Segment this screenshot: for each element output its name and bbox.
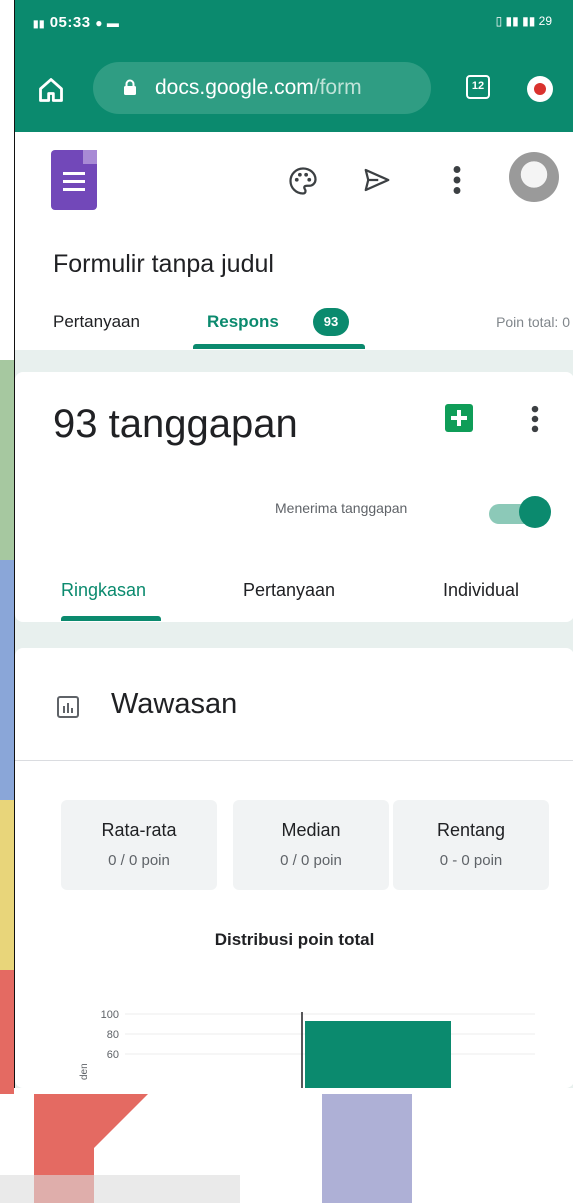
send-icon[interactable] (361, 165, 393, 195)
tab-questions[interactable]: Pertanyaan (53, 312, 140, 332)
phone-screen: ▮▮ 05:33 ● ▬ ▯ ▮▮ ▮▮ 29 docs.google.com/… (14, 0, 573, 1088)
browser-bar: docs.google.com/form 12 (15, 48, 573, 132)
points-total: Poin total: 0 (496, 314, 570, 330)
insights-title: Wawasan (111, 688, 238, 720)
divider (15, 760, 573, 761)
accepting-responses-label: Menerima tanggapan (275, 500, 408, 516)
responses-card: 93 tanggapan Menerima tanggapan Ringkasa… (15, 372, 573, 622)
responses-count-badge: 93 (313, 308, 349, 336)
background-decoration (0, 1175, 240, 1203)
stat-range: Rentang 0 - 0 poin (393, 800, 549, 890)
stat-value: 0 / 0 poin (108, 852, 170, 869)
insights-chart-icon (57, 696, 79, 718)
status-battery: ▯ ▮▮ ▮▮ 29 (495, 14, 552, 28)
form-header: Formulir tanpa judul Pertanyaan Respons … (15, 132, 573, 350)
stat-label: Median (281, 820, 341, 840)
background-decoration (0, 800, 14, 970)
y-axis-label: den (79, 1063, 90, 1080)
background-decoration (322, 1094, 412, 1203)
chart-title: Distribusi poin total (214, 930, 375, 949)
sheets-icon[interactable] (445, 404, 473, 432)
distribution-chart: 100 80 60 den (79, 1009, 535, 1088)
background-decoration (88, 1094, 148, 1154)
background-decoration (0, 970, 14, 1094)
home-icon[interactable] (37, 76, 65, 104)
status-bar: ▮▮ 05:33 ● ▬ ▯ ▮▮ ▮▮ 29 (15, 0, 573, 48)
url-text: docs.google.com/form (155, 76, 362, 99)
stat-label: Rentang (436, 820, 506, 840)
form-title[interactable]: Formulir tanpa judul (53, 250, 274, 279)
insights-card: Wawasan Rata-rata 0 / 0 poin Median 0 / … (15, 648, 573, 1088)
tab-question[interactable]: Pertanyaan (243, 580, 335, 601)
y-tick-label: 60 (107, 1049, 119, 1061)
active-subtab-indicator (61, 616, 161, 621)
toggle-knob[interactable] (519, 496, 551, 528)
avatar[interactable] (509, 152, 559, 202)
background-decoration (0, 360, 14, 560)
status-time: ▮▮ 05:33 ● ▬ (33, 14, 120, 31)
address-bar[interactable]: docs.google.com/form (93, 62, 431, 114)
y-tick-label: 100 (101, 1009, 119, 1021)
responses-count: 93 tanggapan (53, 402, 298, 446)
stat-label: Rata-rata (101, 820, 177, 840)
browser-menu-icon[interactable] (527, 76, 553, 102)
stat-value: 0 - 0 poin (439, 852, 503, 869)
tab-summary[interactable]: Ringkasan (61, 580, 146, 601)
stat-average: Rata-rata 0 / 0 poin (61, 800, 217, 890)
palette-icon[interactable] (288, 166, 318, 196)
tabs-count-button[interactable]: 12 (466, 75, 490, 99)
chart-bar (305, 1021, 451, 1088)
active-tab-indicator (193, 344, 365, 349)
more-options-icon[interactable] (447, 162, 467, 198)
stat-value: 0 / 0 poin (280, 852, 342, 869)
tab-responses[interactable]: Respons (207, 312, 279, 332)
stat-median: Median 0 / 0 poin (233, 800, 389, 890)
google-forms-logo[interactable] (51, 150, 97, 210)
y-tick-label: 80 (107, 1029, 119, 1041)
lock-icon (124, 79, 136, 95)
background-decoration (0, 560, 14, 800)
tab-individual[interactable]: Individual (443, 580, 519, 601)
more-options-icon[interactable] (525, 402, 545, 436)
